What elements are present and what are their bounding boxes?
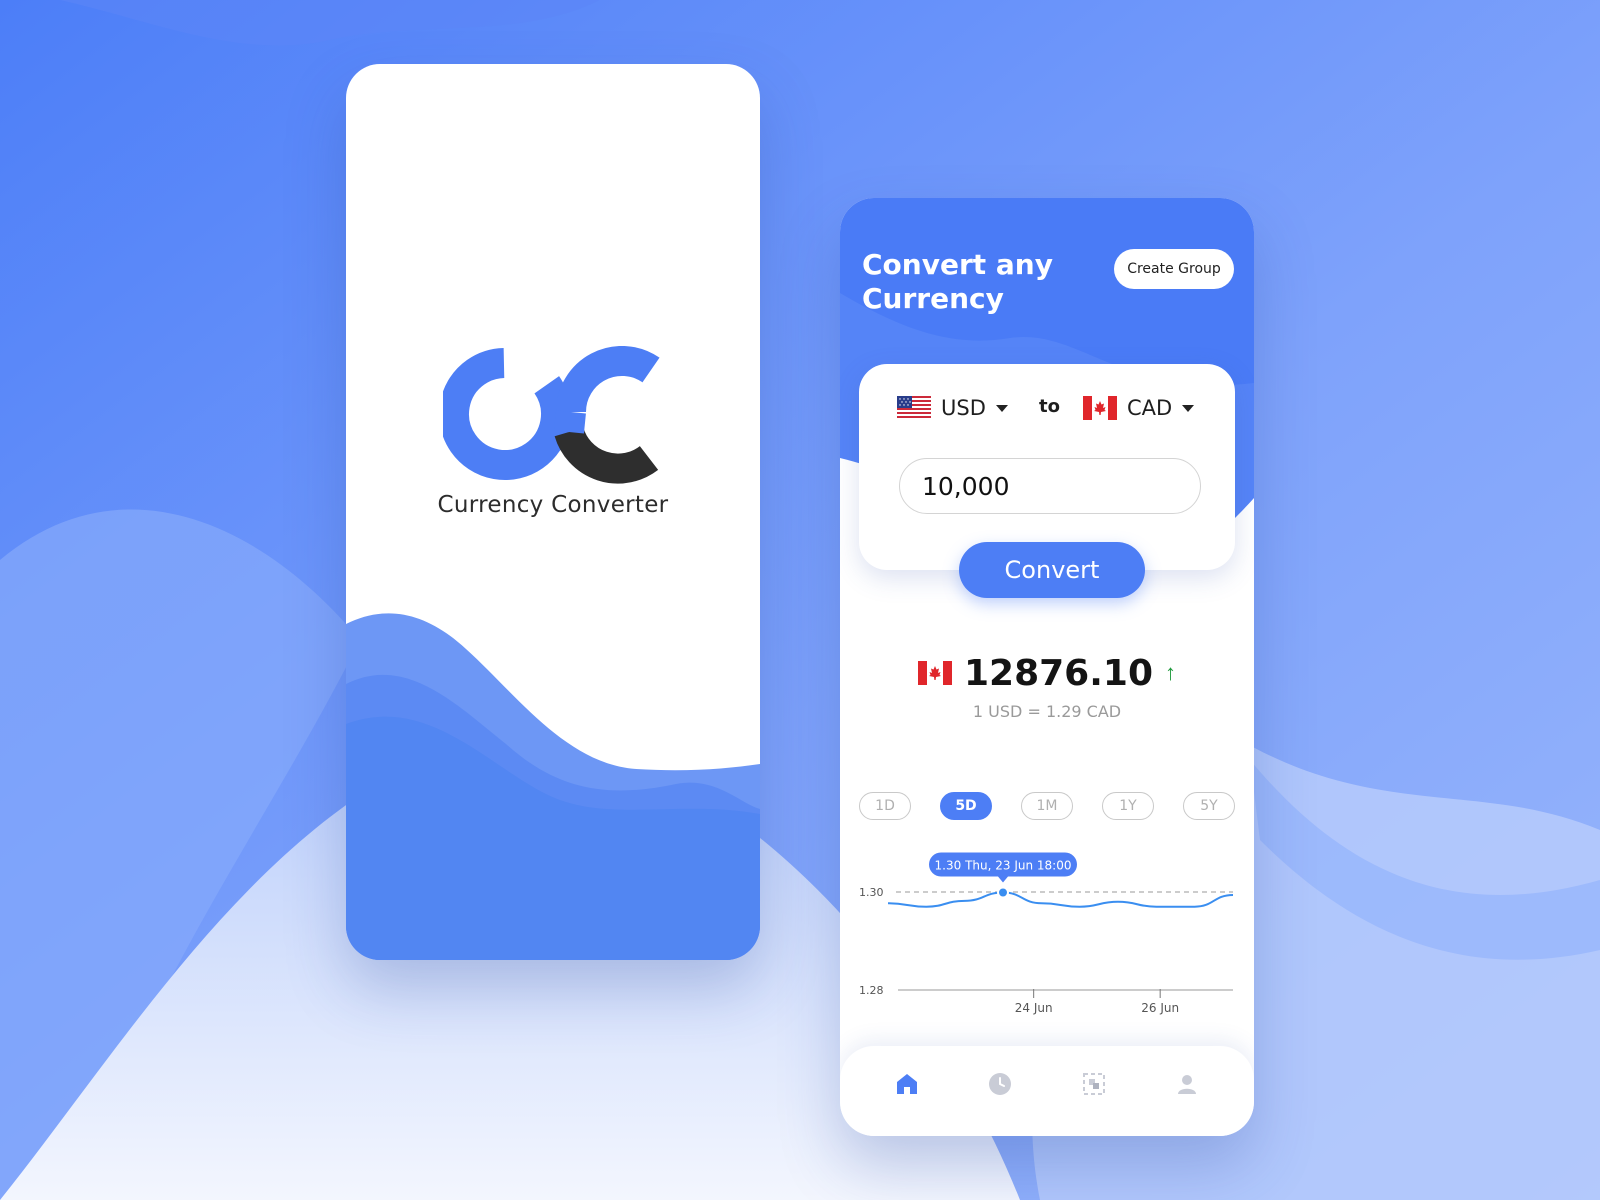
- background-waves: [0, 0, 1600, 1200]
- x-tick-label: 26 Jun: [1141, 1001, 1179, 1015]
- range-tab-5d[interactable]: 5D: [940, 792, 992, 820]
- result-row: 12876.10 ↑: [840, 651, 1254, 695]
- splash-screen: Currency Converter: [346, 64, 760, 960]
- tooltip-pointer: [998, 876, 1008, 883]
- converter-screen: Convert any Currency Create Group USD to…: [840, 198, 1254, 1136]
- nav-scan[interactable]: [1074, 1064, 1114, 1104]
- page-title: Convert any Currency: [862, 248, 1053, 315]
- converter-card: USD to CAD: [859, 364, 1235, 570]
- amount-input[interactable]: [899, 458, 1201, 514]
- nav-history[interactable]: [980, 1064, 1020, 1104]
- scan-icon: [1082, 1073, 1105, 1095]
- logo-text: Currency Converter: [437, 492, 669, 518]
- converted-amount: 12876.10: [963, 652, 1154, 694]
- range-tab-1m[interactable]: 1M: [1021, 792, 1073, 820]
- tooltip-text: 1.30 Thu, 23 Jun 18:00: [935, 858, 1072, 872]
- bottom-nav: [840, 1046, 1254, 1136]
- range-tabs: 1D 5D 1M 1Y 5Y: [859, 792, 1235, 820]
- clock-icon: [989, 1073, 1012, 1095]
- profile-icon: [1178, 1075, 1197, 1094]
- x-tick-label: 24 Jun: [1015, 1001, 1053, 1015]
- from-currency-code: USD: [941, 396, 986, 420]
- app-logo: Currency Converter: [346, 346, 760, 518]
- to-label: to: [1039, 396, 1060, 417]
- from-currency-select[interactable]: USD: [897, 390, 1008, 426]
- y-tick-label: 1.30: [859, 886, 884, 899]
- convert-button[interactable]: Convert: [959, 542, 1145, 598]
- range-tab-1d[interactable]: 1D: [859, 792, 911, 820]
- range-tab-1y[interactable]: 1Y: [1102, 792, 1154, 820]
- nav-home[interactable]: [887, 1064, 927, 1104]
- to-currency-code: CAD: [1127, 396, 1173, 420]
- trend-up-icon: ↑: [1165, 660, 1177, 685]
- chevron-down-icon: [995, 404, 1008, 412]
- chevron-down-icon: [1182, 404, 1195, 412]
- home-icon: [896, 1074, 917, 1094]
- canada-flag-icon: [1083, 396, 1117, 420]
- exchange-rate: 1 USD = 1.29 CAD: [972, 702, 1122, 721]
- nav-profile[interactable]: [1167, 1064, 1207, 1104]
- rate-chart: 1.30 1.28 24 Jun 26 Jun 1.30 Thu, 23 Jun 18:…: [859, 852, 1234, 1015]
- series-line: [887, 891, 1234, 908]
- range-tab-5y[interactable]: 5Y: [1183, 792, 1235, 820]
- create-group-button[interactable]: Create Group: [1114, 249, 1234, 289]
- highlight-point: [997, 886, 1009, 899]
- cc-logo-icon: [443, 346, 660, 484]
- y-tick-label: 1.28: [859, 984, 884, 997]
- us-flag-icon: [897, 396, 931, 420]
- canada-flag-icon: [917, 661, 952, 685]
- to-currency-select[interactable]: CAD: [1083, 390, 1195, 426]
